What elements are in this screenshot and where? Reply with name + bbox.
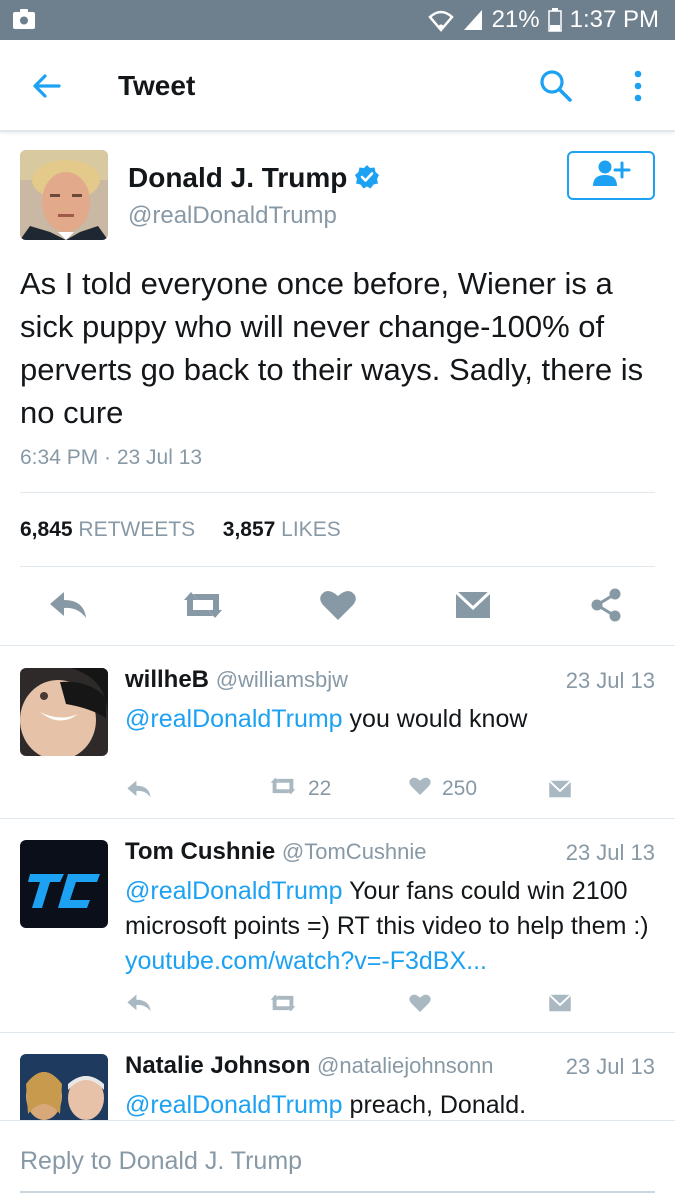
clock: 1:37 PM bbox=[569, 6, 659, 33]
reply-actions: 22 250 bbox=[0, 774, 675, 804]
divider bbox=[0, 645, 675, 646]
verified-badge-icon bbox=[354, 164, 380, 190]
page-title: Tweet bbox=[118, 70, 196, 101]
tweet-text: As I told everyone once before, Wiener i… bbox=[20, 266, 644, 430]
wifi-icon bbox=[427, 8, 454, 32]
like-icon[interactable] bbox=[408, 988, 432, 1018]
follow-button[interactable] bbox=[567, 151, 655, 200]
mention-link[interactable]: @realDonaldTrump bbox=[125, 877, 343, 905]
retweet-button[interactable]: 22 bbox=[268, 774, 331, 804]
reply-composer[interactable]: Reply to Donald J. Trump bbox=[0, 1120, 675, 1200]
tweet-stats: 6,845 RETWEETS 3,857 LIKES bbox=[20, 518, 341, 542]
mention-link[interactable]: @realDonaldTrump bbox=[125, 705, 343, 733]
tweet-timestamp: 6:34 PM · 23 Jul 13 bbox=[20, 446, 203, 469]
input-underline bbox=[20, 1191, 655, 1193]
reply-date: 23 Jul 13 bbox=[565, 668, 655, 693]
mention-link[interactable]: @realDonaldTrump bbox=[125, 1091, 343, 1119]
reply-author-name[interactable]: Natalie Johnson bbox=[125, 1052, 310, 1079]
photo-icon bbox=[12, 8, 36, 30]
likes-label[interactable]: LIKES bbox=[281, 518, 341, 541]
retweet-icon[interactable] bbox=[180, 588, 226, 622]
reply-icon[interactable] bbox=[48, 588, 88, 622]
search-icon[interactable] bbox=[538, 68, 574, 104]
reply-text: @realDonaldTrump preach, Donald. bbox=[125, 1088, 660, 1120]
like-icon[interactable] bbox=[318, 588, 358, 622]
reply-body: preach, Donald. bbox=[342, 1091, 527, 1119]
battery-percent: 21% bbox=[491, 6, 540, 33]
tweet-actions bbox=[0, 580, 675, 630]
divider bbox=[0, 818, 675, 819]
reply-author-handle[interactable]: @TomCushnie bbox=[282, 839, 427, 864]
likes-count[interactable]: 3,857 bbox=[223, 518, 276, 541]
follow-user-icon bbox=[590, 158, 632, 193]
direct-message-icon[interactable] bbox=[454, 588, 492, 622]
avatar[interactable] bbox=[20, 150, 108, 240]
reply-icon[interactable] bbox=[126, 988, 152, 1018]
avatar[interactable] bbox=[20, 668, 108, 756]
avatar[interactable] bbox=[20, 1054, 108, 1120]
divider bbox=[0, 1032, 675, 1033]
retweet-icon bbox=[268, 775, 298, 803]
reply-actions bbox=[0, 988, 675, 1018]
retweets-label[interactable]: RETWEETS bbox=[78, 518, 195, 541]
like-icon bbox=[408, 775, 432, 803]
reply-author-handle[interactable]: @williamsbjw bbox=[216, 667, 348, 692]
more-vertical-icon[interactable] bbox=[626, 66, 650, 106]
reply-date: 23 Jul 13 bbox=[565, 840, 655, 865]
reply-item[interactable]: willheB @williamsbjw 23 Jul 13 @realDona… bbox=[0, 648, 675, 818]
reply-author-handle[interactable]: @nataliejohnsonn bbox=[317, 1053, 493, 1078]
like-button[interactable]: 250 bbox=[408, 774, 477, 804]
battery-icon bbox=[547, 8, 562, 32]
url-link[interactable]: youtube.com/watch?v=-F3dBX... bbox=[125, 947, 487, 975]
reply-text: @realDonaldTrump you would know bbox=[125, 702, 660, 737]
retweet-count: 22 bbox=[308, 777, 332, 800]
status-bar: 21% 1:37 PM bbox=[0, 0, 675, 40]
author-name[interactable]: Donald J. Trump bbox=[128, 162, 347, 194]
reply-item[interactable]: Tom Cushnie @TomCushnie 23 Jul 13 @realD… bbox=[0, 820, 675, 1032]
signal-icon bbox=[462, 8, 484, 32]
reply-text: @realDonaldTrump Your fans could win 210… bbox=[125, 874, 660, 979]
avatar[interactable] bbox=[20, 840, 108, 928]
reply-item[interactable]: Natalie Johnson @nataliejohnsonn 23 Jul … bbox=[0, 1034, 675, 1120]
reply-input[interactable]: Reply to Donald J. Trump bbox=[20, 1147, 302, 1176]
app-bar: Tweet bbox=[0, 40, 675, 132]
reply-date: 23 Jul 13 bbox=[565, 1054, 655, 1079]
reply-author-name[interactable]: Tom Cushnie bbox=[125, 838, 275, 865]
back-arrow-icon[interactable] bbox=[28, 68, 64, 104]
direct-message-icon[interactable] bbox=[548, 988, 572, 1018]
retweets-count[interactable]: 6,845 bbox=[20, 518, 73, 541]
divider bbox=[20, 492, 655, 493]
divider bbox=[20, 566, 655, 567]
share-icon[interactable] bbox=[588, 588, 624, 622]
reply-author-name[interactable]: willheB bbox=[125, 666, 209, 693]
like-count: 250 bbox=[442, 777, 478, 800]
reply-body: you would know bbox=[342, 705, 528, 733]
reply-icon[interactable] bbox=[126, 774, 152, 804]
direct-message-icon[interactable] bbox=[548, 774, 572, 804]
retweet-icon[interactable] bbox=[268, 988, 298, 1018]
author-handle[interactable]: @realDonaldTrump bbox=[128, 202, 337, 230]
